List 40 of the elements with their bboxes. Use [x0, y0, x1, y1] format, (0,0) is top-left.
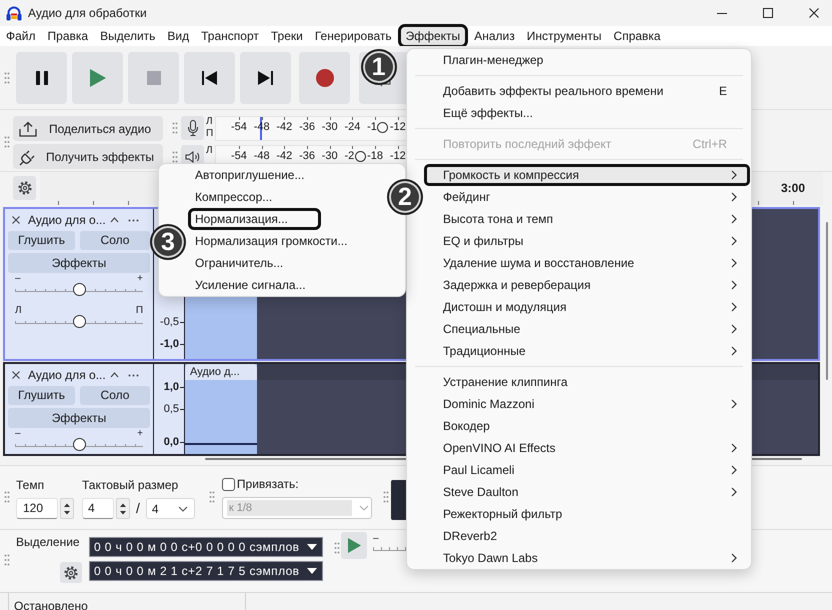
meter-scale-label: -2	[344, 150, 354, 162]
slider-max-label: +	[137, 274, 143, 283]
field-label: Тактовый размер	[82, 478, 180, 492]
meter-scale-label: -48	[254, 150, 270, 162]
scale-label: 0,5	[164, 403, 179, 415]
meter-scale-label: -36	[299, 150, 315, 162]
meter-scale-label: -30	[322, 121, 338, 133]
window-title: Аудио для обработки	[28, 5, 147, 21]
channel-label: Л	[206, 145, 214, 157]
checkbox-label: Привязать:	[236, 477, 299, 492]
separator-text: /	[136, 499, 140, 518]
meter-scale-label: -54	[231, 121, 247, 133]
field-label: Выделение	[16, 536, 81, 549]
slider-max-label: +	[137, 429, 143, 438]
meter-scale-label: -24	[344, 121, 360, 133]
time-label: 3:00	[780, 182, 805, 195]
meter-scale-label: -18	[367, 150, 384, 162]
meter-scale-label: -54	[231, 150, 247, 162]
shortcut-label: E	[718, 83, 727, 99]
meter-scale-label: -12	[390, 121, 406, 133]
slider-max-label: П	[136, 306, 143, 315]
meter-scale-label: -42	[276, 150, 292, 162]
meter-scale-label: -42	[276, 121, 292, 133]
meter-scale-label: -1	[367, 121, 377, 133]
meter-scale-label: -30	[322, 150, 338, 162]
shortcut-label: Ctrl+R	[692, 136, 727, 152]
slider-min-label: –	[15, 274, 21, 283]
status-text: Остановлено	[14, 599, 88, 610]
channel-label: П	[206, 128, 214, 140]
channel-label: Л	[206, 116, 214, 128]
field-label: Темп	[16, 478, 46, 492]
scale-label: 1,0	[164, 381, 179, 393]
meter-scale-label: -12	[390, 150, 406, 162]
slider-min-label: Л	[15, 306, 22, 315]
slider-min-label: –	[373, 534, 380, 543]
scale-label: 0,0	[164, 436, 179, 448]
slider-min-label: –	[15, 429, 21, 438]
scale-label: -0,5	[160, 316, 179, 328]
meter-scale-label: -36	[299, 121, 315, 133]
scale-label: -1,0	[160, 338, 179, 350]
